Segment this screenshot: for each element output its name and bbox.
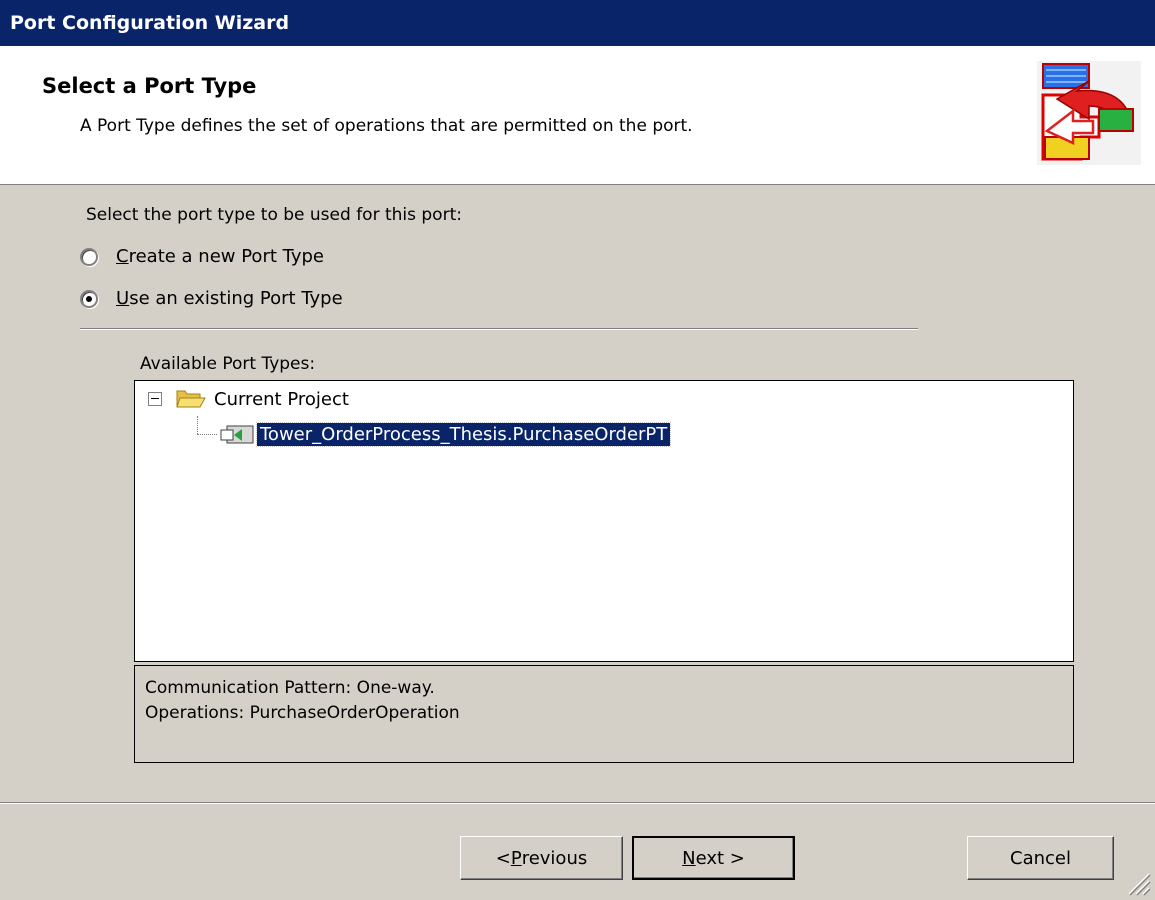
tree-node-label: Current Project [214,388,349,410]
radio-unchecked-icon[interactable] [80,247,98,266]
tree-node-label-selected: Tower_OrderProcess_Thesis.PurchaseOrderP… [255,421,672,447]
create-new-port-type-label: Create a new Port Type [116,246,324,267]
tree-node-purchase-order-pt[interactable]: Tower_OrderProcess_Thesis.PurchaseOrderP… [217,421,672,447]
folder-open-icon [176,390,206,408]
page-title: Select a Port Type [42,74,257,98]
previous-button[interactable]: < Previous [460,836,623,880]
wizard-header: Select a Port Type A Port Type defines t… [0,46,1155,185]
next-button[interactable]: Next > [632,836,795,880]
communication-pattern-text: Communication Pattern: One-way. [145,678,435,698]
tree-connector [197,416,198,434]
port-type-prompt: Select the port type to be used for this… [86,205,462,225]
footer-separator [0,802,1155,804]
title-bar: Port Configuration Wizard [0,0,1155,46]
port-type-icon [220,425,254,444]
page-description: A Port Type defines the set of operation… [80,116,693,136]
window-title: Port Configuration Wizard [10,12,290,34]
radio-checked-icon[interactable] [80,289,98,308]
cancel-button[interactable]: Cancel [967,836,1114,880]
available-port-types-label: Available Port Types: [140,354,316,374]
operations-text: Operations: PurchaseOrderOperation [145,703,460,723]
use-existing-port-type-radio[interactable]: Use an existing Port Type [80,288,343,309]
wizard-port-icon [1037,61,1141,165]
create-new-port-type-radio[interactable]: Create a new Port Type [80,246,324,267]
resize-grip-icon[interactable] [1125,870,1151,896]
tree-connector [197,434,217,435]
port-type-details: Communication Pattern: One-way. Operatio… [134,665,1074,763]
use-existing-port-type-label: Use an existing Port Type [116,288,343,309]
separator [80,328,918,330]
tree-node-current-project[interactable]: Current Project [148,388,349,410]
collapse-icon[interactable] [148,392,162,406]
